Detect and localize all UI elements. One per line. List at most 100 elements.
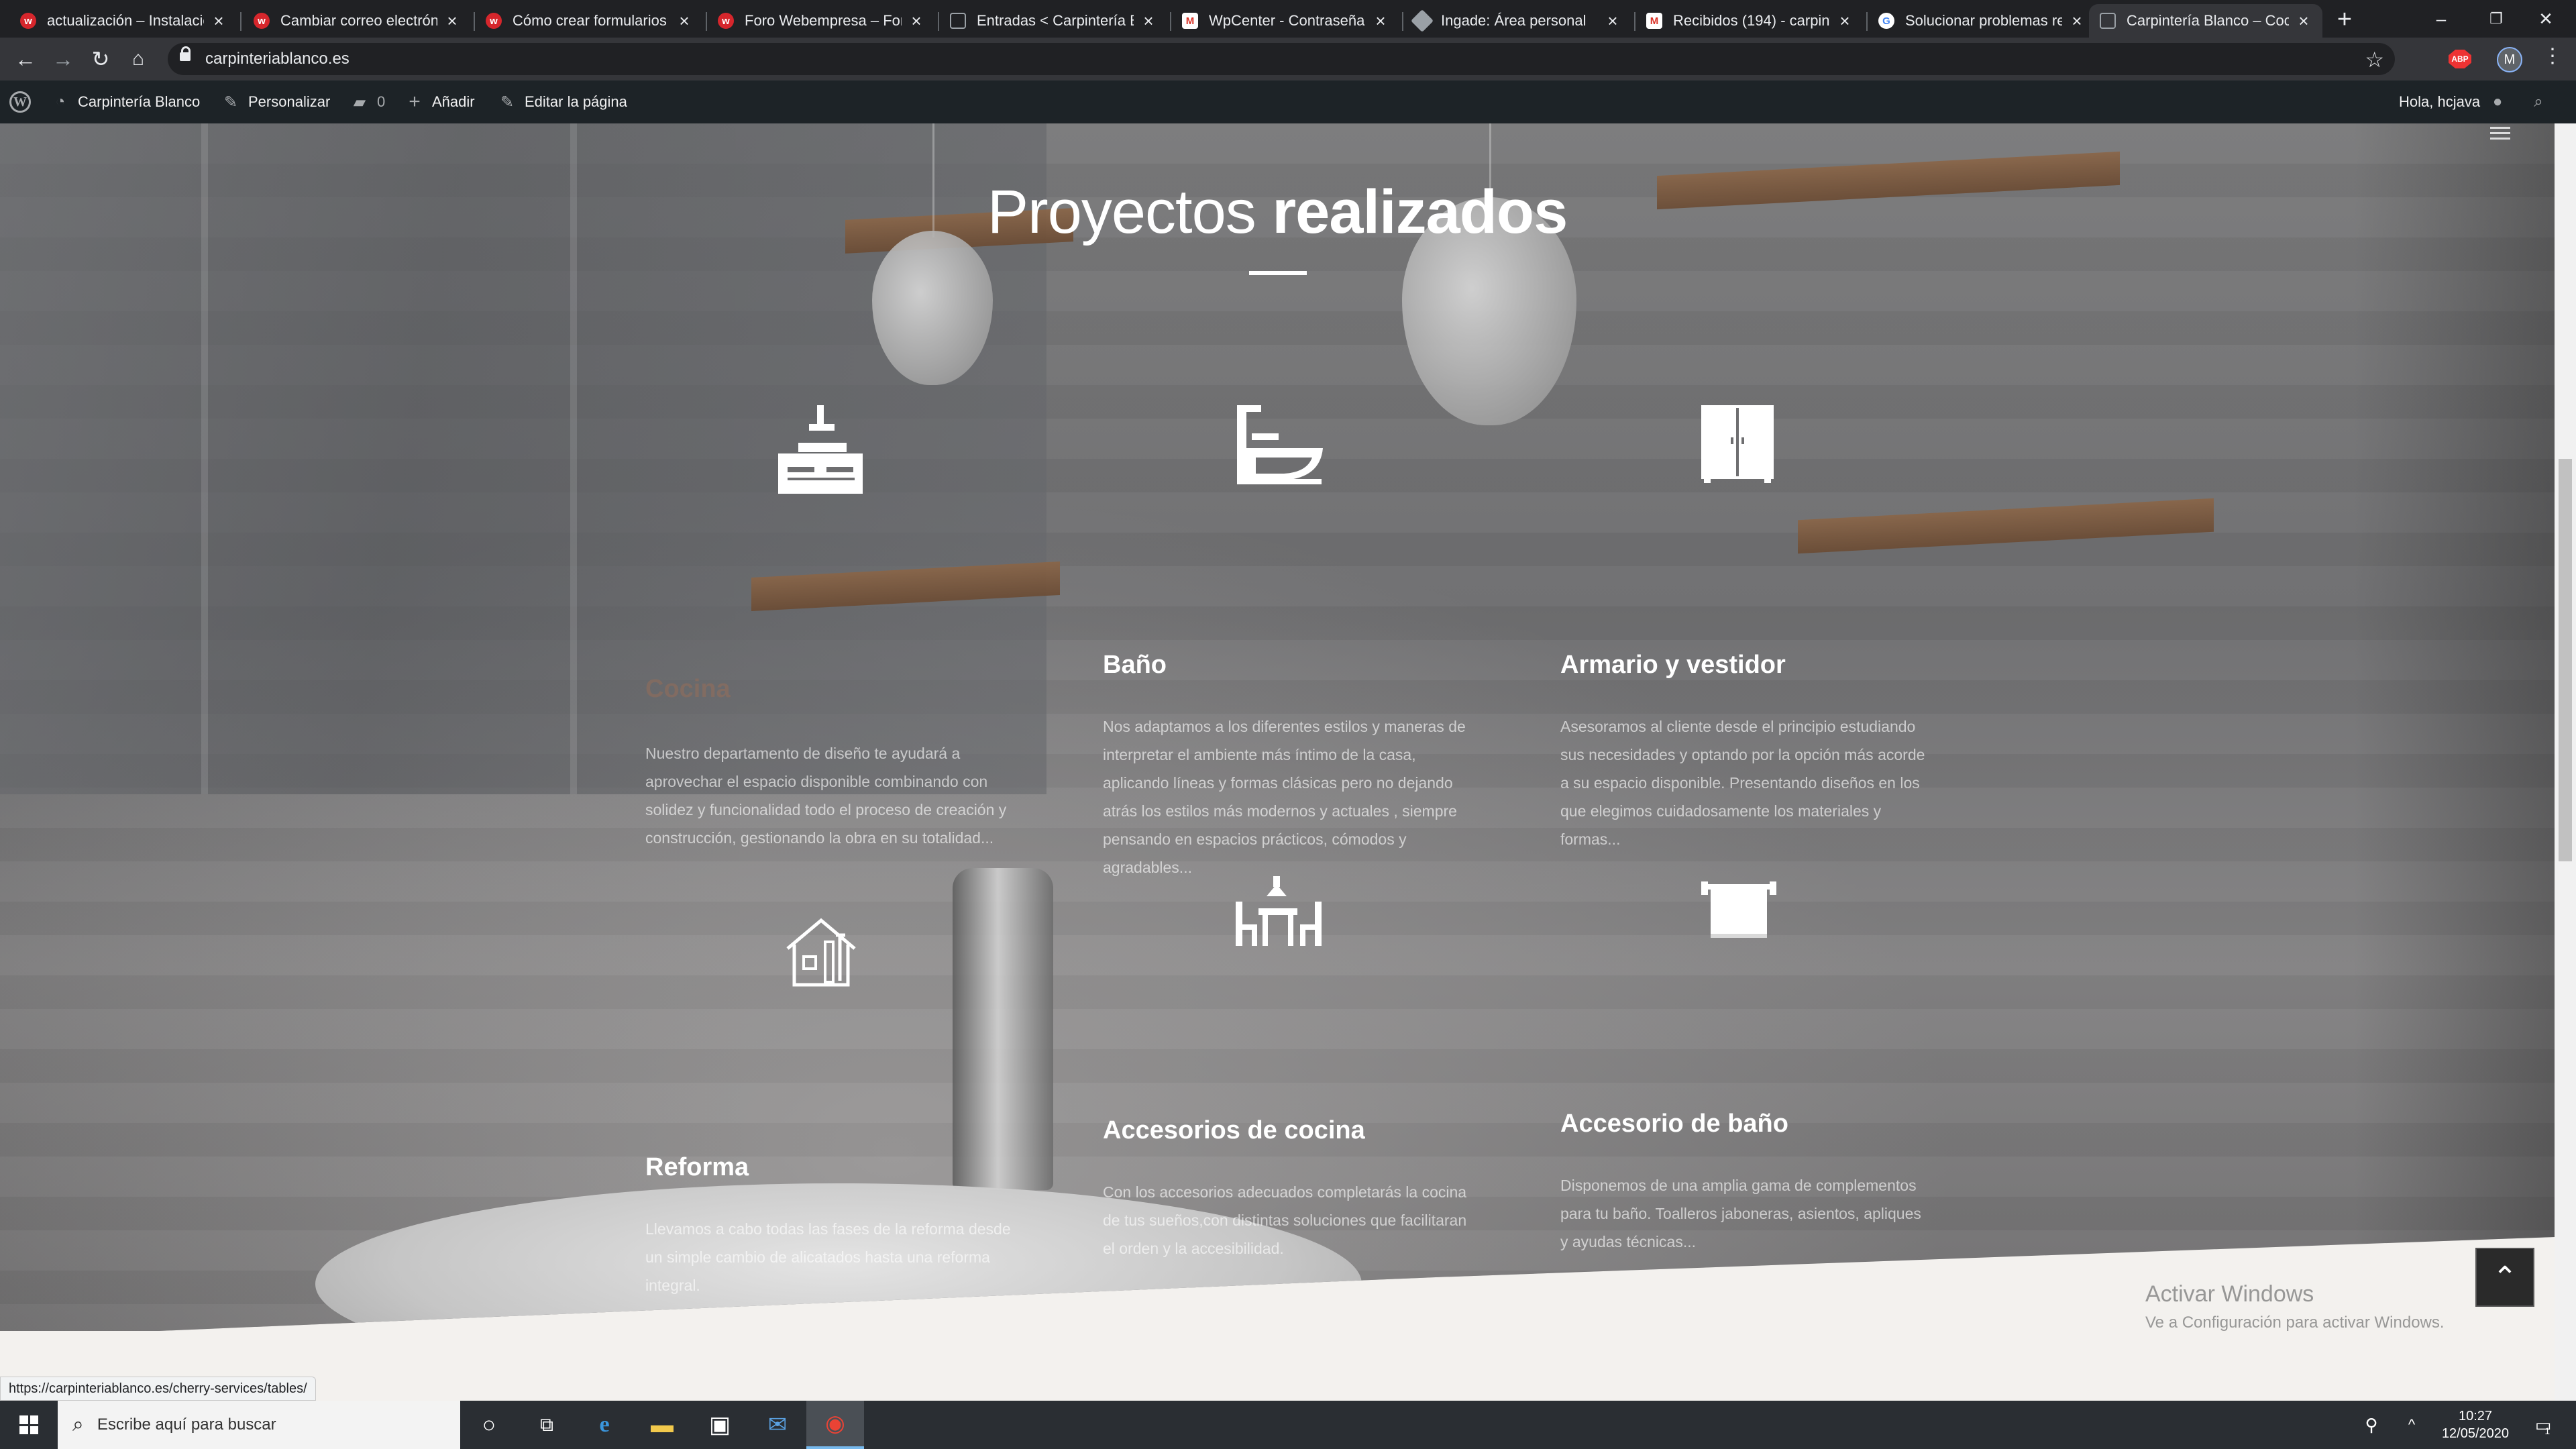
- customize-link[interactable]: ✎ Personalizar: [221, 80, 330, 123]
- home-button[interactable]: ⌂: [123, 44, 153, 74]
- chrome-taskbar-app[interactable]: ◉: [806, 1401, 864, 1449]
- services-hero-background: Proyectos realizados Cocina Nuestro depa…: [0, 123, 2555, 1338]
- scroll-to-top-button[interactable]: ⌃: [2475, 1248, 2534, 1307]
- tab-title: Recibidos (194) - carpint: [1673, 12, 1830, 29]
- service-title[interactable]: Accesorio de baño: [1560, 1110, 1788, 1138]
- folder-icon: ▬: [651, 1411, 674, 1438]
- service-card-accesorio-bano[interactable]: Accesorio de baño Disponemos de una ampl…: [1560, 881, 1936, 1264]
- title-underline: [1249, 271, 1307, 275]
- tab-title: WpCenter - Contraseña: [1209, 12, 1365, 29]
- service-card-reforma[interactable]: Reforma Llevamos a cabo todas las fases …: [645, 915, 1021, 1304]
- close-window-button[interactable]: ✕: [2516, 0, 2576, 38]
- edit-page-label: Editar la página: [525, 93, 627, 110]
- service-title[interactable]: Cocina: [645, 675, 731, 704]
- notification-center-icon[interactable]: ▭ 1: [2522, 1401, 2563, 1449]
- explorer-taskbar-app[interactable]: ▬: [633, 1401, 691, 1449]
- service-card-cocina[interactable]: Cocina Nuestro departamento de diseño te…: [645, 405, 1021, 915]
- windows-taskbar: ⌕ Escribe aquí para buscar ○ ⧉ e ▬ ▣ ✉ ◉…: [0, 1401, 2576, 1449]
- edit-page-link[interactable]: ✎ Editar la página: [498, 80, 627, 123]
- browser-tab[interactable]: w actualización – Instalación ×: [9, 4, 237, 38]
- kitchen-icon: [778, 405, 863, 494]
- browser-tab[interactable]: w Cambiar correo electrónico ×: [243, 4, 471, 38]
- hamburger-menu-icon[interactable]: [2490, 123, 2510, 144]
- chrome-menu-icon[interactable]: ⋮: [2542, 44, 2563, 68]
- browser-tab[interactable]: G Solucionar problemas re ×: [1868, 4, 2096, 38]
- ingade-icon: [1411, 9, 1434, 32]
- add-new-label: Añadir: [432, 93, 475, 110]
- close-icon[interactable]: ×: [1837, 11, 1853, 32]
- page-scrollbar[interactable]: [2555, 123, 2576, 1401]
- browser-tab[interactable]: Ingade: Área personal ×: [1403, 4, 1631, 38]
- forward-button[interactable]: →: [48, 44, 78, 74]
- close-icon[interactable]: ×: [211, 11, 227, 32]
- admin-search[interactable]: ⌕: [2529, 80, 2548, 123]
- scrollbar-thumb[interactable]: [2559, 459, 2572, 861]
- store-taskbar-app[interactable]: ▣: [691, 1401, 749, 1449]
- service-description: Asesoramos al cliente desde el principio…: [1560, 718, 1925, 848]
- service-title[interactable]: Armario y vestidor: [1560, 651, 1786, 680]
- taskbar-clock[interactable]: 10:27 12/05/2020: [2435, 1407, 2516, 1442]
- back-button[interactable]: ←: [11, 44, 40, 74]
- service-card-armario[interactable]: Armario y vestidor Asesoramos al cliente…: [1560, 405, 1936, 875]
- adblock-icon[interactable]: ABP: [2449, 50, 2471, 68]
- greeting-label: Hola, hcjava: [2399, 93, 2481, 110]
- service-title[interactable]: Reforma: [645, 1153, 749, 1182]
- close-icon[interactable]: ×: [2069, 11, 2085, 32]
- taskbar-search-box[interactable]: ⌕ Escribe aquí para buscar: [58, 1401, 460, 1449]
- close-icon[interactable]: ×: [444, 11, 460, 32]
- pencil-icon: ✎: [500, 93, 515, 111]
- section-title-bold: realizados: [1272, 178, 1568, 246]
- address-bar[interactable]: carpinteriablanco.es ☆: [168, 43, 2395, 75]
- wp-logo-menu[interactable]: W: [9, 80, 31, 123]
- close-icon[interactable]: ×: [676, 11, 692, 32]
- service-title[interactable]: Accesorios de cocina: [1103, 1116, 1365, 1145]
- task-view-button[interactable]: ⧉: [518, 1401, 576, 1449]
- search-icon: ⌕: [2534, 93, 2543, 111]
- browser-tab[interactable]: M Recibidos (194) - carpint ×: [1635, 4, 1864, 38]
- bath-icon: [1237, 405, 1323, 484]
- search-placeholder: Escribe aquí para buscar: [97, 1415, 276, 1434]
- browser-tab[interactable]: Entradas < Carpintería Bl ×: [939, 4, 1167, 38]
- bookmark-star-icon[interactable]: ☆: [2365, 47, 2384, 72]
- site-name-label: Carpintería Blanco: [78, 93, 201, 110]
- search-icon: ⌕: [72, 1413, 84, 1436]
- browser-tab[interactable]: M WpCenter - Contraseña ×: [1171, 4, 1399, 38]
- cortana-button[interactable]: ○: [460, 1401, 518, 1449]
- service-description: Nuestro departamento de diseño te ayudar…: [645, 745, 1007, 847]
- service-description: Llevamos a cabo todas las fases de la re…: [645, 1220, 1011, 1294]
- red-w-icon: w: [486, 13, 502, 29]
- browser-tab[interactable]: w Foro Webempresa – Foro ×: [707, 4, 935, 38]
- start-button[interactable]: [0, 1401, 58, 1449]
- gmail-icon: M: [1646, 13, 1662, 29]
- red-w-icon: w: [718, 13, 734, 29]
- comments-link[interactable]: ▰ 0: [350, 80, 385, 123]
- new-tab-button[interactable]: +: [2328, 4, 2361, 35]
- tab-title: Foro Webempresa – Foro: [745, 12, 902, 29]
- service-card-bano[interactable]: Baño Nos adaptamos a los diferentes esti…: [1103, 405, 1479, 915]
- account-menu[interactable]: Hola, hcjava ●: [2399, 80, 2507, 123]
- browser-tab[interactable]: w Cómo crear formularios ×: [475, 4, 703, 38]
- close-icon[interactable]: ×: [1605, 11, 1621, 32]
- site-name-link[interactable]: ◔ Carpintería Blanco: [51, 80, 200, 123]
- red-w-icon: w: [254, 13, 270, 29]
- service-card-accesorios-cocina[interactable]: Accesorios de cocina Con los accesorios …: [1103, 875, 1479, 1257]
- close-icon[interactable]: ×: [908, 11, 924, 32]
- reload-button[interactable]: ↻: [86, 44, 115, 74]
- browser-toolbar: ← → ↻ ⌂ carpinteriablanco.es ☆ ABP M ⋮: [0, 38, 2576, 80]
- add-new-link[interactable]: + Añadir: [405, 80, 475, 123]
- page-icon: [950, 13, 966, 29]
- close-icon[interactable]: ×: [2296, 11, 2312, 32]
- close-icon[interactable]: ×: [1140, 11, 1157, 32]
- edge-taskbar-app[interactable]: e: [576, 1401, 633, 1449]
- close-icon[interactable]: ×: [1373, 11, 1389, 32]
- people-icon[interactable]: ⚲: [2355, 1401, 2388, 1449]
- profile-avatar[interactable]: M: [2497, 47, 2522, 72]
- mail-taskbar-app[interactable]: ✉: [749, 1401, 806, 1449]
- chevron-up-icon[interactable]: ^: [2395, 1401, 2428, 1449]
- service-title[interactable]: Baño: [1103, 651, 1167, 680]
- chevron-up-icon: ⌃: [2492, 1260, 2518, 1294]
- tab-separator: [240, 12, 241, 31]
- browser-tab-active[interactable]: Carpintería Blanco – Coc ×: [2089, 4, 2322, 38]
- section-title-light: Proyectos: [987, 178, 1256, 246]
- tab-title: Cómo crear formularios: [513, 12, 667, 29]
